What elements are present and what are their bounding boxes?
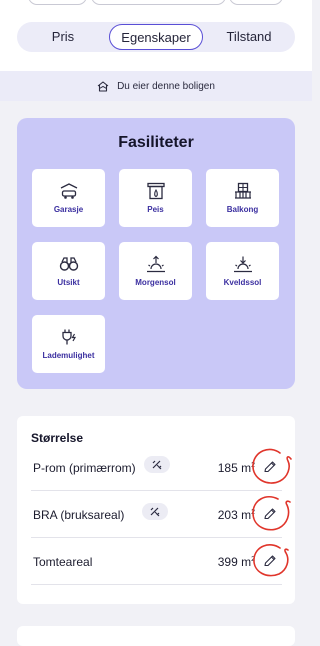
ev-charger-icon bbox=[62, 329, 77, 345]
tab-tilstand[interactable]: Tilstand bbox=[203, 22, 295, 52]
top-button-stub[interactable] bbox=[229, 0, 283, 5]
facility-label: Morgensol bbox=[135, 278, 176, 287]
balcony-icon bbox=[235, 182, 251, 199]
sunrise-icon bbox=[147, 255, 165, 273]
size-row-label: P-rom (primærrom) bbox=[33, 461, 136, 475]
size-row-value: 203 m2 bbox=[217, 508, 255, 522]
facility-ev-charging[interactable]: Lademulighet bbox=[32, 315, 105, 373]
measure-icon bbox=[150, 507, 160, 517]
info-badge[interactable] bbox=[144, 456, 170, 473]
facility-morning-sun[interactable]: Morgensol bbox=[119, 242, 192, 300]
size-row-label: Tomteareal bbox=[33, 555, 93, 569]
facility-label: Garasje bbox=[53, 205, 84, 214]
edit-icon[interactable] bbox=[262, 506, 278, 522]
home-icon bbox=[97, 80, 109, 92]
garage-icon bbox=[60, 183, 78, 199]
edit-icon[interactable] bbox=[262, 459, 278, 475]
size-card: Størrelse P-rom (primærrom) 185 m2 BRA (… bbox=[17, 416, 295, 604]
next-card bbox=[17, 626, 295, 646]
facility-garage[interactable]: Garasje bbox=[32, 169, 105, 227]
facility-balcony[interactable]: Balkong bbox=[206, 169, 279, 227]
facilities-card: Fasiliteter Garasje Peis Balkong Utsikt … bbox=[17, 118, 295, 389]
facilities-title: Fasiliteter bbox=[118, 134, 194, 151]
tab-pris[interactable]: Pris bbox=[17, 22, 109, 52]
tab-egenskaper[interactable]: Egenskaper bbox=[109, 24, 203, 50]
tab-switcher: Pris Egenskaper Tilstand bbox=[17, 22, 295, 52]
facility-label: Lademulighet bbox=[42, 351, 95, 360]
facility-label: Utsikt bbox=[57, 278, 80, 287]
facility-label: Balkong bbox=[226, 205, 259, 214]
size-row-value: 185 m2 bbox=[217, 461, 255, 475]
size-row: BRA (bruksareal) 203 m2 bbox=[31, 492, 291, 538]
facility-fireplace[interactable]: Peis bbox=[119, 169, 192, 227]
top-area: Pris Egenskaper Tilstand bbox=[0, 0, 312, 71]
top-button-stub[interactable] bbox=[28, 0, 87, 5]
top-button-stub[interactable] bbox=[91, 0, 226, 5]
size-row-value: 399 m2 bbox=[217, 555, 255, 569]
edit-icon[interactable] bbox=[262, 553, 278, 569]
facility-label: Kveldssol bbox=[223, 278, 262, 287]
facility-label: Peis bbox=[147, 205, 164, 214]
size-row-label: BRA (bruksareal) bbox=[33, 508, 125, 522]
size-row: Tomteareal 399 m2 bbox=[31, 539, 289, 585]
binoculars-icon bbox=[59, 257, 79, 271]
measure-icon bbox=[152, 460, 162, 470]
size-row: P-rom (primærrom) 185 m2 bbox=[31, 445, 292, 491]
sunset-icon bbox=[234, 256, 252, 273]
fireplace-icon bbox=[147, 182, 165, 200]
facility-view[interactable]: Utsikt bbox=[32, 242, 105, 300]
size-title: Størrelse bbox=[31, 431, 84, 445]
facility-evening-sun[interactable]: Kveldssol bbox=[206, 242, 279, 300]
banner-text: Du eier denne boligen bbox=[117, 80, 215, 92]
info-badge[interactable] bbox=[142, 503, 168, 520]
ownership-banner: Du eier denne boligen bbox=[0, 71, 312, 101]
